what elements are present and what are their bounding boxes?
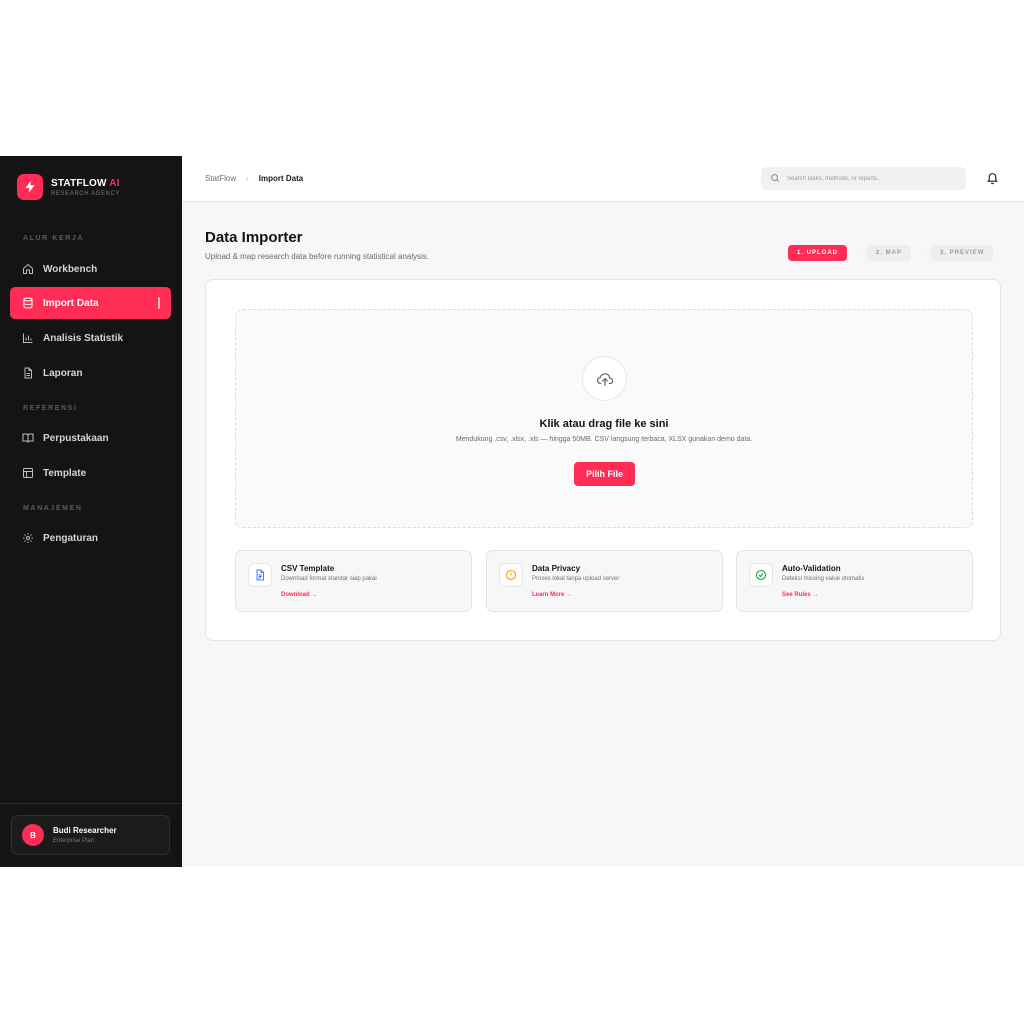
- sidebar-item-analisis-statistik[interactable]: Analisis Statistik: [10, 322, 171, 354]
- importer-card: Klik atau drag file ke sini Mendukung .c…: [205, 279, 1001, 641]
- choose-file-button[interactable]: Pilih File: [574, 462, 635, 486]
- page-subtitle: Upload & map research data before runnin…: [205, 252, 430, 261]
- breadcrumb-root[interactable]: StatFlow: [205, 174, 236, 183]
- info-card-title: Auto-Validation: [782, 564, 841, 573]
- bell-icon[interactable]: [986, 172, 999, 185]
- sidebar-item-label: Workbench: [43, 263, 98, 275]
- sidebar-item-label: Import Data: [43, 297, 99, 309]
- info-card-auto-validation: Auto-Validation Deteksi missing value ot…: [736, 550, 973, 612]
- brand-subtitle: RESEARCH AGENCY: [51, 190, 121, 197]
- sidebar-item-label: Analisis Statistik: [43, 332, 124, 344]
- sidebar-item-import-data[interactable]: Import Data: [10, 287, 171, 319]
- top-bar: StatFlow › Import Data: [182, 156, 1024, 202]
- sidebar-item-label: Template: [43, 467, 87, 479]
- learn-more-link[interactable]: Learn More →: [532, 592, 572, 598]
- section-label-referensi: REFERENSI: [23, 405, 78, 412]
- brand[interactable]: STATFLOW AI RESEARCH AGENCY: [17, 174, 120, 200]
- breadcrumb-current: Import Data: [258, 174, 304, 183]
- sidebar-item-perpustakaan[interactable]: Perpustakaan: [10, 422, 171, 454]
- info-card-description: Download format standar siap pakai: [281, 576, 377, 582]
- sidebar-item-workbench[interactable]: Workbench: [10, 253, 171, 285]
- info-card-csv-template: CSV Template Download format standar sia…: [235, 550, 472, 612]
- file-icon: [248, 563, 272, 587]
- avatar: B: [22, 824, 44, 846]
- lightning-logo-icon: [17, 174, 43, 200]
- info-card-description: Proses lokal tanpa upload server: [532, 576, 620, 582]
- dropzone-title: Klik atau drag file ke sini: [539, 418, 669, 430]
- info-card-description: Deteksi missing value otomatis: [782, 576, 865, 582]
- dropzone-description: Mendukung .csv, .xlsx, .xls — hingga 50M…: [455, 436, 753, 443]
- step-map[interactable]: 2. MAP: [867, 245, 912, 261]
- sidebar: STATFLOW AI RESEARCH AGENCY ALUR KERJA W…: [0, 156, 182, 867]
- breadcrumb-separator: ›: [246, 174, 249, 183]
- brand-name: STATFLOW AI: [51, 177, 120, 189]
- document-icon: [22, 367, 34, 379]
- home-icon: [22, 263, 34, 275]
- search-box[interactable]: [761, 167, 966, 190]
- stepper: 1. UPLOAD · 2. MAP · 3. PREVIEW: [788, 245, 994, 261]
- database-icon: [22, 297, 34, 309]
- see-rules-link[interactable]: See Rules →: [782, 592, 818, 598]
- file-dropzone[interactable]: Klik atau drag file ke sini Mendukung .c…: [235, 309, 973, 528]
- brand-name-accent: AI: [109, 177, 120, 189]
- book-icon: [22, 432, 34, 444]
- bar-chart-icon: [22, 332, 34, 344]
- sidebar-item-pengaturan[interactable]: Pengaturan: [10, 522, 171, 554]
- step-separator: ·: [855, 248, 859, 258]
- search-icon: [770, 170, 780, 188]
- step-separator: ·: [919, 248, 923, 258]
- user-profile-card[interactable]: B Budi Researcher Enterprise Plan: [11, 815, 170, 855]
- step-upload[interactable]: 1. UPLOAD: [788, 245, 848, 261]
- info-card-title: CSV Template: [281, 564, 335, 573]
- page-title: Data Importer: [205, 229, 303, 246]
- breadcrumb: StatFlow › Import Data: [205, 174, 303, 183]
- step-preview[interactable]: 3. PREVIEW: [931, 245, 994, 261]
- sidebar-item-label: Perpustakaan: [43, 432, 109, 444]
- layout-icon: [22, 467, 34, 479]
- app-window: STATFLOW AI RESEARCH AGENCY ALUR KERJA W…: [0, 156, 1024, 867]
- divider: [0, 803, 182, 804]
- sidebar-item-label: Laporan: [43, 367, 83, 379]
- main-content: StatFlow › Import Data Data Importer Upl…: [182, 156, 1024, 867]
- sidebar-item-label: Pengaturan: [43, 532, 99, 544]
- info-card-title: Data Privacy: [532, 564, 581, 573]
- sidebar-item-laporan[interactable]: Laporan: [10, 357, 171, 389]
- info-card-data-privacy: Data Privacy Proses lokal tanpa upload s…: [486, 550, 723, 612]
- gear-icon: [22, 532, 34, 544]
- section-label-alur-kerja: ALUR KERJA: [23, 235, 85, 242]
- alert-circle-icon: [499, 563, 523, 587]
- download-link[interactable]: Download →: [281, 592, 317, 598]
- active-indicator: [158, 297, 160, 309]
- cloud-upload-icon: [582, 356, 627, 401]
- search-input[interactable]: [787, 175, 957, 182]
- sidebar-item-template[interactable]: Template: [10, 457, 171, 489]
- user-name: Budi Researcher: [53, 826, 117, 835]
- check-circle-icon: [749, 563, 773, 587]
- user-plan: Enterprise Plan: [53, 838, 95, 844]
- section-label-manajemen: MANAJEMEN: [23, 505, 83, 512]
